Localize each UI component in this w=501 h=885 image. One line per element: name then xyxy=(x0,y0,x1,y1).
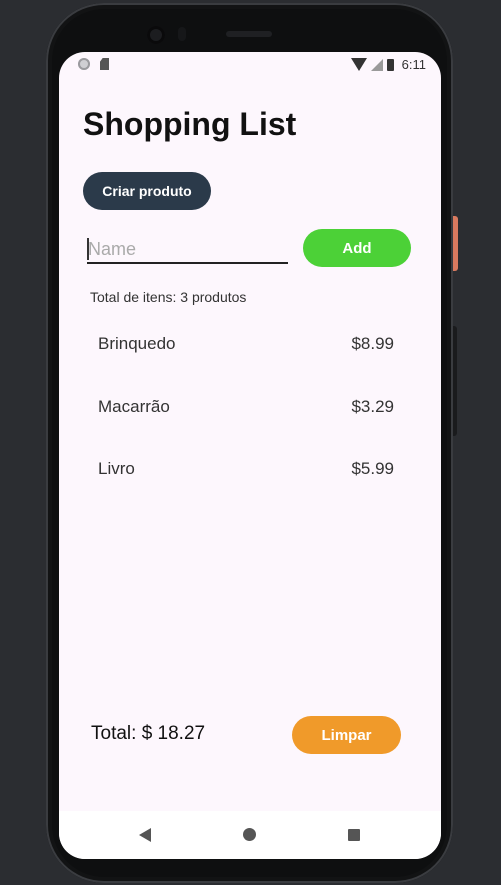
total-label: Total: $ 18.27 xyxy=(91,723,206,744)
volume-button xyxy=(453,326,457,436)
list-item[interactable]: Livro $5.99 xyxy=(98,459,394,522)
item-name: Brinquedo xyxy=(98,334,176,353)
app-screen: 6:11 Shopping List Criar produto Add Tot… xyxy=(59,52,441,859)
navigation-bar xyxy=(59,811,441,859)
battery-icon xyxy=(386,58,394,71)
items-count: Total de itens: 3 produtos xyxy=(90,289,247,305)
front-camera xyxy=(147,26,165,44)
status-bar: 6:11 xyxy=(59,52,441,78)
page-title: Shopping List xyxy=(83,106,297,142)
item-price: $5.99 xyxy=(351,459,394,478)
add-button[interactable]: Add xyxy=(303,229,411,267)
cell-signal-icon xyxy=(370,58,383,71)
status-time: 6:11 xyxy=(401,57,426,72)
list-item[interactable]: Brinquedo $8.99 xyxy=(98,334,394,397)
back-icon[interactable] xyxy=(139,828,151,842)
product-list: Brinquedo $8.99 Macarrão $3.29 Livro $5.… xyxy=(98,334,394,522)
wifi-icon xyxy=(350,58,367,71)
text-cursor xyxy=(87,238,89,260)
recents-icon[interactable] xyxy=(348,829,360,841)
item-name: Livro xyxy=(98,459,135,478)
notification-dot-icon xyxy=(78,58,90,70)
power-button xyxy=(453,216,458,271)
sensor xyxy=(178,27,186,41)
item-price: $8.99 xyxy=(351,334,394,353)
item-name: Macarrão xyxy=(98,396,170,416)
sd-card-icon xyxy=(100,58,109,70)
clear-button[interactable]: Limpar xyxy=(292,716,401,754)
earpiece-speaker xyxy=(226,31,272,37)
name-input[interactable] xyxy=(87,236,288,264)
list-item[interactable]: Macarrão $3.29 xyxy=(98,397,394,460)
home-icon[interactable] xyxy=(243,828,256,841)
item-price: $3.29 xyxy=(351,396,394,416)
create-product-button[interactable]: Criar produto xyxy=(83,172,211,210)
